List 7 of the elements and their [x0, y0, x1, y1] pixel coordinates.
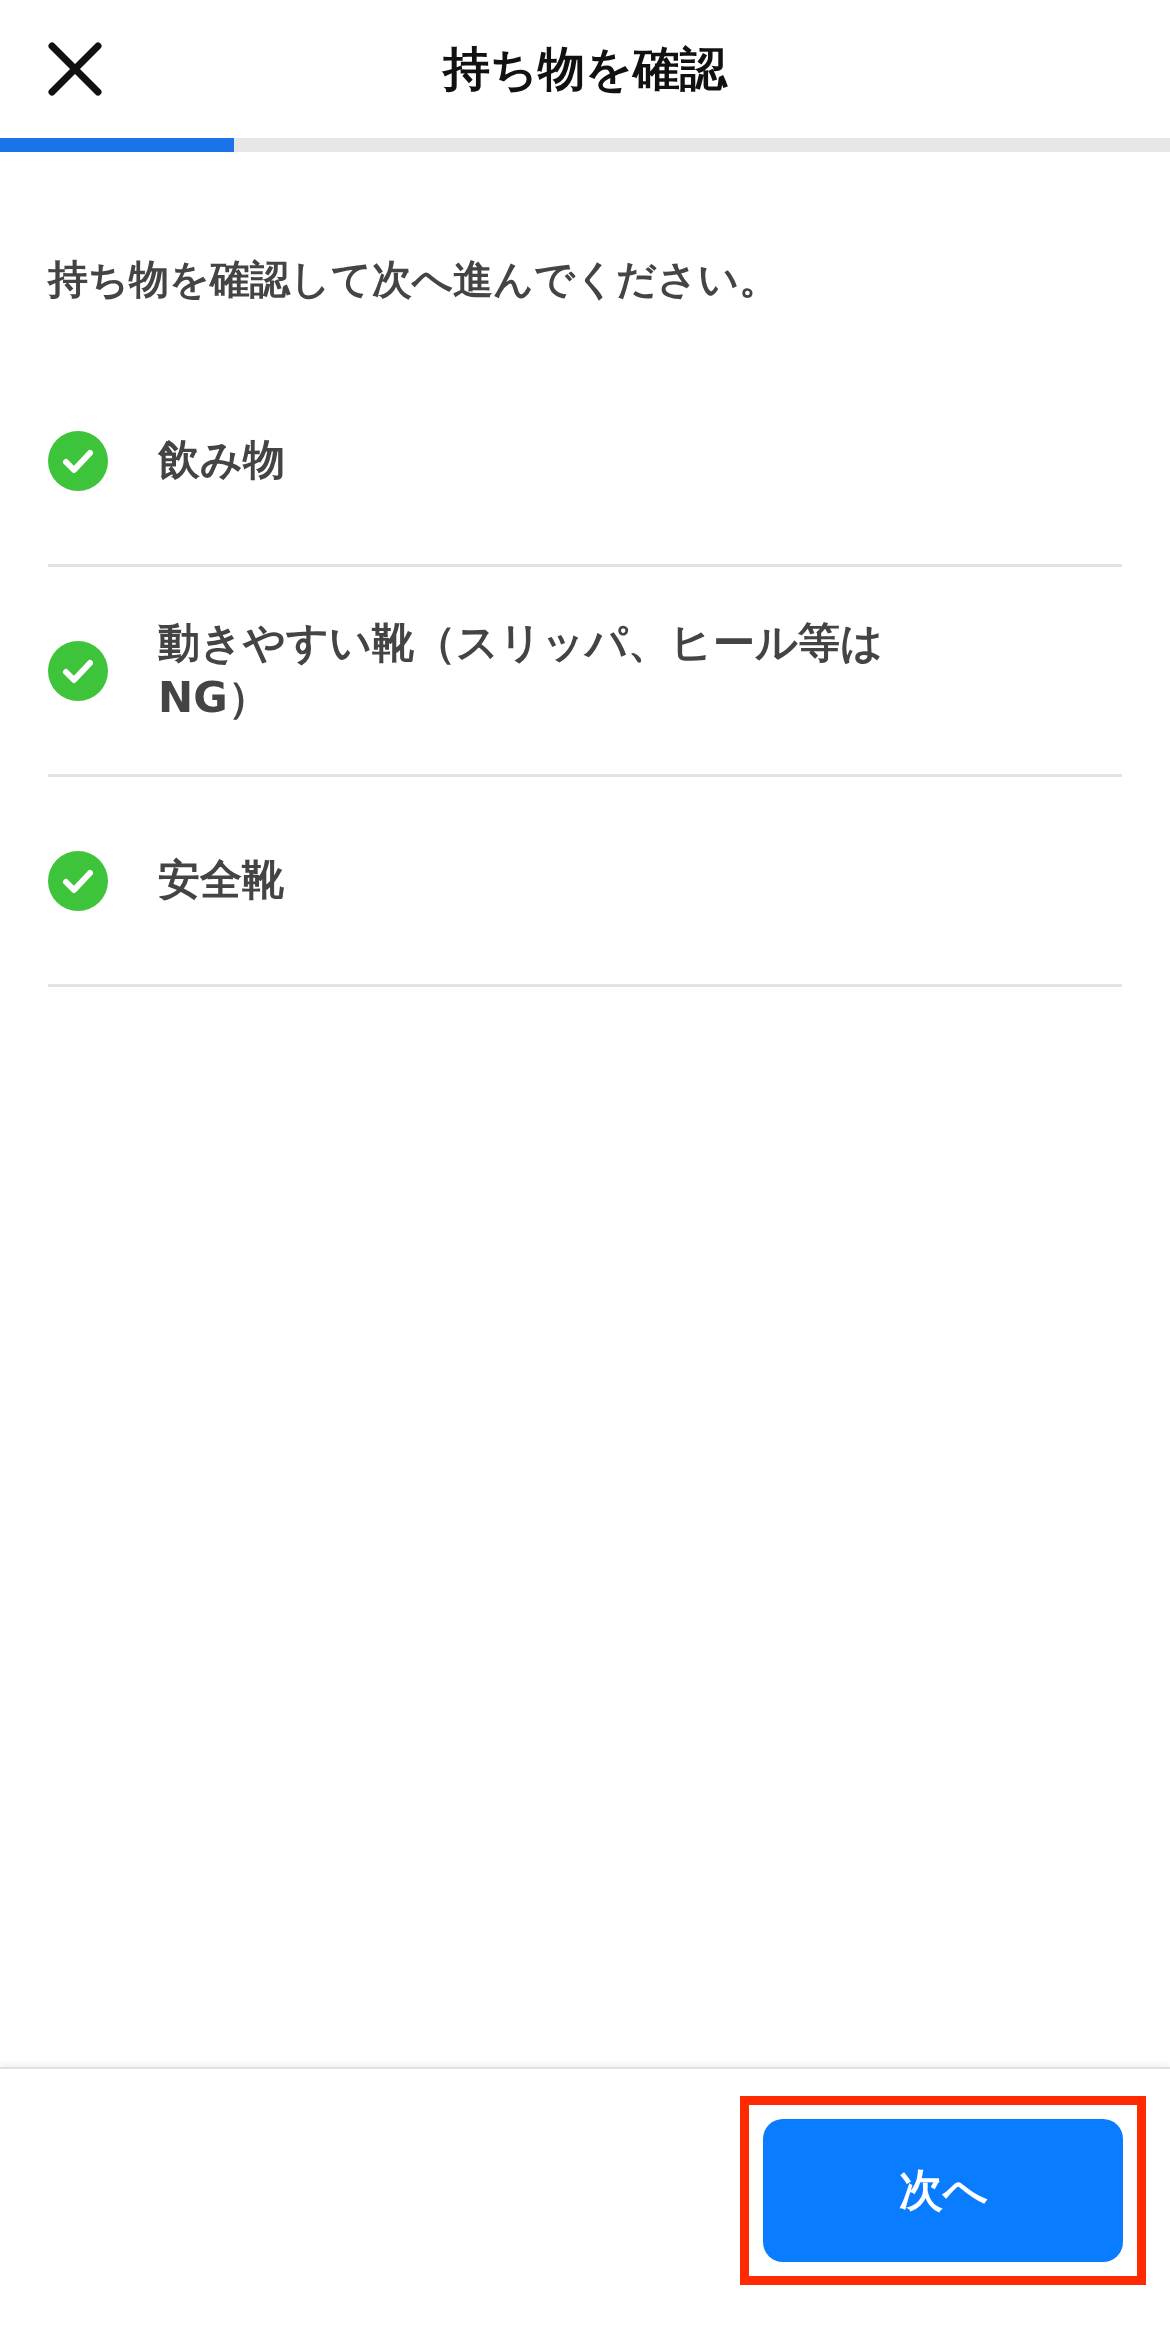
- item-label: 安全靴: [158, 854, 284, 907]
- screen-title: 持ち物を確認: [443, 39, 727, 98]
- item-label: 動きやすい靴（スリッパ、ヒール等はNG）: [158, 616, 884, 724]
- next-button[interactable]: 次へ: [763, 2118, 1123, 2262]
- item-label: 飲み物: [158, 434, 285, 487]
- close-icon: [48, 42, 102, 96]
- instruction-text: 持ち物を確認して次へ進んでください。: [48, 255, 780, 304]
